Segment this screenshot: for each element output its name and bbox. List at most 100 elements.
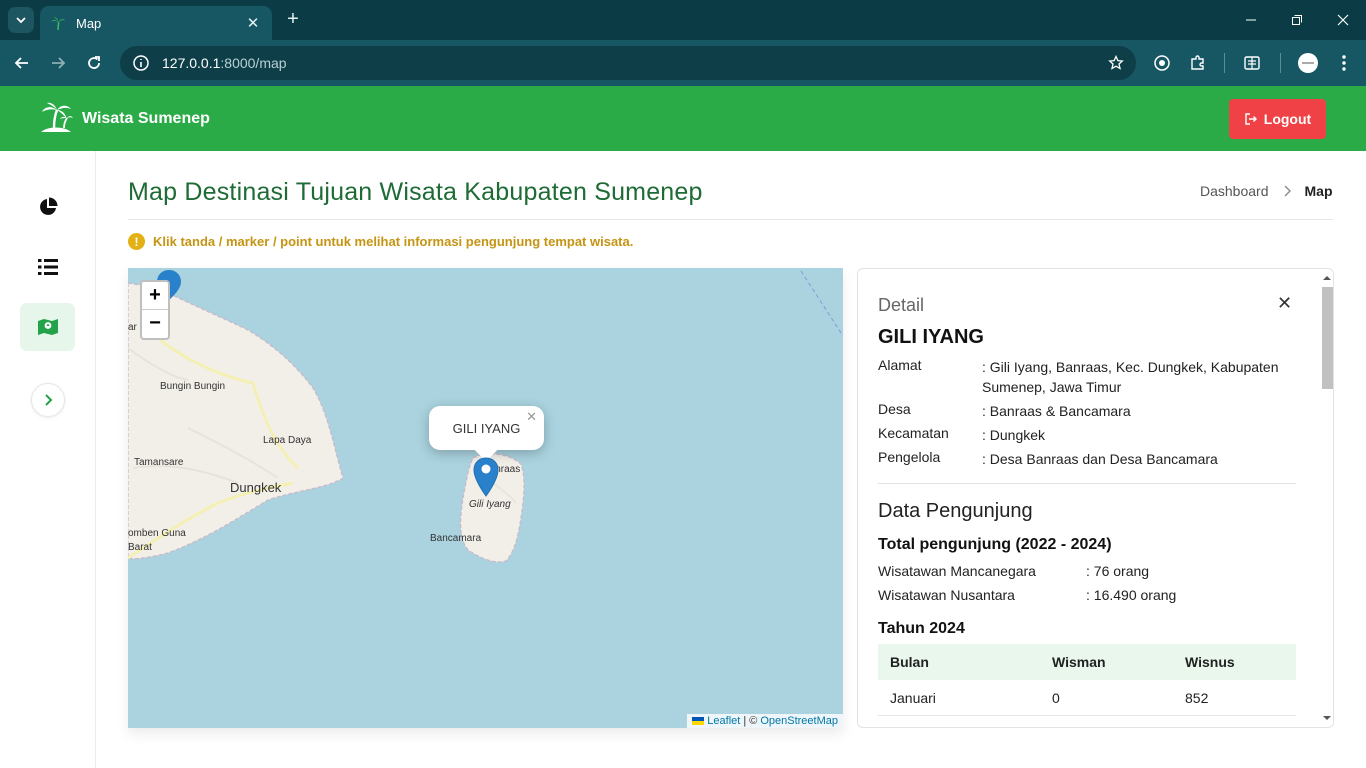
arrow-left-icon: [14, 57, 28, 69]
zoom-out-button[interactable]: −: [142, 310, 168, 338]
map-marker-icon[interactable]: [473, 457, 499, 497]
field-label: Kecamatan: [878, 425, 949, 441]
field-value: : Desa Banraas dan Desa Bancamara: [982, 451, 1218, 467]
browser-toolbar: 127.0.0.1:8000/map: [0, 40, 1366, 86]
openstreetmap-link[interactable]: OpenStreetMap: [760, 715, 838, 727]
title-divider: [128, 219, 1333, 220]
brand[interactable]: Wisata Sumenep: [38, 101, 210, 137]
zoom-in-button[interactable]: +: [142, 282, 168, 310]
field-value: : Gili Iyang, Banraas, Kec. Dungkek, Kab…: [982, 359, 1279, 395]
field-label: Pengelola: [878, 449, 941, 465]
chevron-right-icon: [1284, 185, 1291, 197]
extension-button[interactable]: [1150, 51, 1174, 75]
sidebar-expand-button[interactable]: [31, 383, 65, 417]
breadcrumb-current: Map: [1304, 183, 1333, 199]
leaflet-link[interactable]: Leaflet: [707, 715, 740, 727]
avatar-icon: [1298, 53, 1318, 73]
detail-divider: [878, 483, 1296, 484]
url-text: 127.0.0.1:8000/map: [162, 55, 1108, 71]
map-icon: [37, 319, 58, 335]
popup-title: GILI IYANG: [452, 420, 521, 436]
island-logo-icon: [41, 102, 73, 132]
map-label: ar: [128, 322, 137, 333]
field-value: : Dungkek: [982, 427, 1046, 443]
logout-label: Logout: [1263, 111, 1312, 127]
sidebar-item-map[interactable]: [20, 303, 75, 351]
browser-tab[interactable]: Map ✕: [40, 6, 272, 40]
bookmark-star-icon[interactable]: [1108, 55, 1124, 71]
tab-search-button[interactable]: [8, 7, 34, 33]
info-notice: ! Klik tanda / marker / point untuk meli…: [128, 233, 633, 250]
url-path: :8000/map: [220, 55, 287, 71]
detail-heading: Detail: [878, 295, 925, 315]
site-info-icon: [133, 55, 149, 71]
column-header: Wisnus: [1185, 654, 1235, 670]
table-cell: 0: [1052, 689, 1060, 706]
total-value: : 76 orang: [1086, 563, 1150, 579]
toolbar-separator: [1224, 53, 1225, 73]
notice-text: Klik tanda / marker / point untuk meliha…: [153, 234, 634, 249]
total-visitors-title: Total pengunjung (2022 - 2024): [878, 536, 1112, 553]
minimize-button[interactable]: [1228, 0, 1274, 40]
reload-button[interactable]: [80, 49, 108, 77]
map-label: Lapa Daya: [263, 435, 312, 446]
monthly-visitors-table: Bulan Wisman Wisnus Januari 0 852: [878, 644, 1296, 716]
profile-button[interactable]: [1296, 51, 1320, 75]
map-label: Bungin Bungin: [160, 381, 226, 392]
total-label: Wisatawan Nusantara: [878, 587, 1015, 603]
ukraine-flag-icon: [692, 717, 705, 725]
sidebar-item-list[interactable]: [20, 243, 75, 291]
map-label: Gili Iyang: [469, 499, 511, 510]
table-cell: 852: [1185, 689, 1209, 706]
map-label: Dungkek: [230, 480, 282, 495]
scroll-up-icon[interactable]: [1322, 274, 1332, 282]
map-label: Barat: [128, 542, 152, 553]
close-window-button[interactable]: [1320, 0, 1366, 40]
extensions-button[interactable]: [1186, 51, 1210, 75]
palm-tree-icon: [51, 17, 65, 31]
detail-scrollbar[interactable]: [1320, 272, 1333, 724]
toolbar-separator: [1280, 53, 1281, 73]
page-title: Map Destinasi Tujuan Wisata Kabupaten Su…: [128, 178, 703, 206]
target-icon: [1154, 55, 1170, 71]
sidebar: [0, 151, 96, 768]
restore-button[interactable]: [1274, 0, 1320, 40]
field-label: Alamat: [878, 357, 922, 373]
more-vert-icon: [1342, 55, 1346, 71]
chevron-down-icon: [16, 17, 26, 24]
new-tab-button[interactable]: +: [282, 8, 304, 30]
minimize-icon: [1246, 19, 1256, 21]
reload-icon: [88, 56, 100, 69]
reading-list-button[interactable]: [1240, 51, 1264, 75]
map-view[interactable]: Bungin Bungin Lapa Daya Tamansare Dungke…: [128, 268, 843, 728]
map-tiles: [128, 270, 843, 563]
breadcrumb-dashboard[interactable]: Dashboard: [1200, 183, 1269, 199]
tab-close-icon[interactable]: ✕: [244, 14, 262, 32]
logout-button[interactable]: Logout: [1229, 99, 1326, 139]
popup-close-icon[interactable]: ✕: [526, 409, 537, 425]
scrollbar-thumb[interactable]: [1322, 287, 1333, 389]
browser-menu-button[interactable]: [1332, 51, 1356, 75]
forward-button[interactable]: [44, 49, 72, 77]
table-header: Bulan Wisman Wisnus: [878, 644, 1296, 680]
map-label: omben Guna: [128, 528, 186, 539]
column-header: Wisman: [1052, 654, 1106, 670]
zoom-control: + −: [140, 280, 170, 340]
sidebar-item-dashboard[interactable]: [20, 183, 75, 231]
column-header: Bulan: [890, 654, 929, 670]
detail-close-icon[interactable]: ✕: [1277, 293, 1292, 314]
app-header: Wisata Sumenep Logout: [0, 86, 1366, 151]
brand-name: Wisata Sumenep: [82, 110, 210, 127]
table-cell: Januari: [890, 689, 936, 706]
map-attribution: Leaflet | © OpenStreetMap: [687, 714, 843, 728]
address-bar[interactable]: 127.0.0.1:8000/map: [120, 46, 1136, 80]
back-button[interactable]: [8, 49, 36, 77]
breadcrumb: Dashboard Map: [1200, 183, 1333, 199]
table-row: Januari 0 852: [878, 680, 1296, 716]
destination-name: GILI IYANG: [878, 326, 984, 348]
year-title: Tahun 2024: [878, 620, 965, 637]
total-value: : 16.490 orang: [1086, 587, 1177, 603]
scroll-down-icon[interactable]: [1322, 714, 1332, 722]
attribution-separator: | ©: [743, 715, 758, 727]
list-icon: [37, 259, 58, 275]
